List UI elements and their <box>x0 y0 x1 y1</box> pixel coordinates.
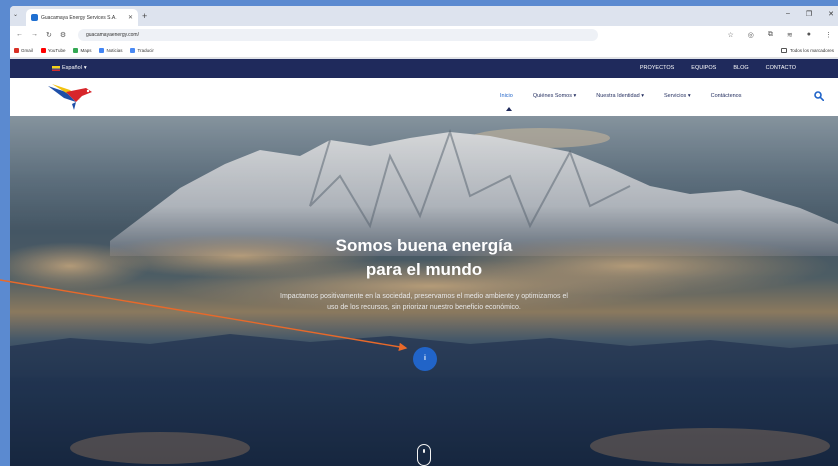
nav-contactenos[interactable]: Contáctenos <box>711 93 742 99</box>
forward-icon[interactable]: → <box>31 31 38 39</box>
bookmark-traducir[interactable]: Traducir <box>130 48 154 53</box>
bookmark-youtube[interactable]: YouTube <box>40 48 65 53</box>
profile-avatar-icon[interactable]: ● <box>807 31 811 39</box>
menu-kebab-icon[interactable]: ⋮ <box>825 31 832 39</box>
reload-icon[interactable]: ↻ <box>46 31 52 39</box>
new-tab-icon[interactable]: + <box>142 11 147 21</box>
nav-quienes-somos[interactable]: Quiénes Somos ▾ <box>533 93 576 99</box>
site-top-bar: Español ▾ PROYECTOS EQUIPOS BLOG CONTACT… <box>10 59 838 78</box>
main-navigation: Inicio Quiénes Somos ▾ Nuestra Identidad… <box>10 78 838 116</box>
search-icon[interactable] <box>814 91 824 101</box>
site-favicon-icon <box>31 14 38 21</box>
bookmark-maps[interactable]: Maps <box>73 48 91 53</box>
browser-window: ⌄ Guacamaya Energy Services S.A. ✕ + – ❐… <box>10 6 838 466</box>
toplink-proyectos[interactable]: PROYECTOS <box>640 65 674 71</box>
bookmark-noticias[interactable]: Noticias <box>99 48 122 53</box>
site-info-icon[interactable]: ⚙ <box>60 31 66 39</box>
back-icon[interactable]: ← <box>16 31 23 39</box>
sidepanel-icon[interactable]: ≋ <box>787 31 793 39</box>
restore-icon[interactable]: ❐ <box>806 10 812 18</box>
macaw-logo-icon[interactable] <box>46 82 94 112</box>
address-bar-row: ← → ↻ ⚙ guacamayaenergy.com/ ☆ ◎ ⧉ ≋ ● ⋮ <box>10 26 838 44</box>
close-window-icon[interactable]: ✕ <box>828 10 834 18</box>
hero-section: Somos buena energía para el mundo Impact… <box>10 116 838 466</box>
extensions-puzzle-icon[interactable]: ⧉ <box>768 31 773 39</box>
nav-inicio[interactable]: Inicio <box>500 93 513 111</box>
hero-title-line2: para el mundo <box>365 260 483 279</box>
nav-servicios[interactable]: Servicios ▾ <box>664 93 691 99</box>
bookmarks-bar: Gmail YouTube Maps Noticias Traducir Tod… <box>10 44 838 58</box>
news-icon <box>99 48 105 53</box>
chevron-down-icon: ▾ <box>573 93 577 99</box>
minimize-icon[interactable]: – <box>786 10 790 18</box>
toplink-equipos[interactable]: EQUIPOS <box>691 65 716 71</box>
extension-icon[interactable]: ◎ <box>748 31 754 39</box>
info-button[interactable]: i <box>413 347 437 371</box>
hero-subtitle: Impactamos positivamente en la sociedad,… <box>280 293 568 311</box>
all-bookmarks[interactable]: Todos los marcadores <box>780 48 838 53</box>
scroll-mouse-icon[interactable] <box>417 444 431 466</box>
bookmark-gmail[interactable]: Gmail <box>14 48 33 53</box>
gmail-icon <box>14 48 19 53</box>
browser-tab[interactable]: Guacamaya Energy Services S.A. ✕ <box>26 9 138 26</box>
tab-strip: ⌄ Guacamaya Energy Services S.A. ✕ + – ❐… <box>10 6 838 26</box>
chevron-down-icon: ▾ <box>687 93 691 99</box>
maps-icon <box>73 48 79 53</box>
bookmark-star-icon[interactable]: ☆ <box>728 31 734 39</box>
tab-search-icon[interactable]: ⌄ <box>13 11 18 18</box>
hero-title-line1: Somos buena energía <box>335 236 513 255</box>
close-tab-icon[interactable]: ✕ <box>128 14 133 21</box>
folder-icon <box>780 48 787 53</box>
youtube-icon <box>40 48 46 53</box>
nav-nuestra-identidad[interactable]: Nuestra Identidad ▾ <box>596 93 644 99</box>
chevron-down-icon: ▾ <box>641 93 644 99</box>
toplink-blog[interactable]: BLOG <box>733 65 748 71</box>
tab-title: Guacamaya Energy Services S.A. <box>41 14 117 21</box>
language-selector[interactable]: Español ▾ <box>52 65 87 71</box>
url-field[interactable]: guacamayaenergy.com/ <box>78 29 598 41</box>
colombia-flag-icon <box>52 65 60 71</box>
chevron-down-icon: ▾ <box>83 65 87 71</box>
toplink-contacto[interactable]: CONTACTO <box>766 65 796 71</box>
translate-icon <box>130 48 136 53</box>
